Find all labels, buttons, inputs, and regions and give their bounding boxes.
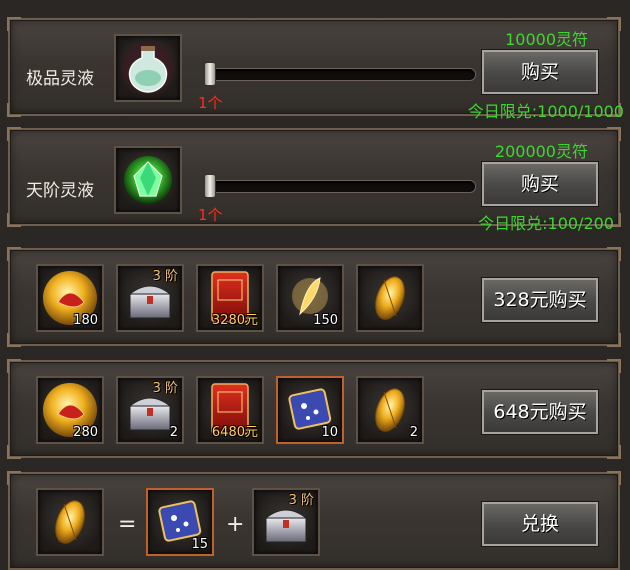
selected-count: 1个 [198,206,223,224]
selected-count: 1个 [198,94,223,112]
quantity-slider[interactable] [204,174,476,198]
bundle-item-slot[interactable]: 6480元 [196,376,264,444]
slider-thumb[interactable] [204,174,216,198]
item-quantity: 150 [313,313,338,328]
bundle-item-slot[interactable]: 10 [276,376,344,444]
bundle-item-slot[interactable]: 280 [36,376,104,444]
bundle-item-slot[interactable]: 3280元 [196,264,264,332]
exchange-input-slot[interactable] [36,488,104,556]
item-quantity: 2 [409,425,418,440]
exchange-output-slot[interactable]: 15 [146,488,214,556]
quantity-slider[interactable] [204,62,476,86]
item-quantity: 15 [191,537,208,552]
daily-limit: 今日限兑:100/200 [478,214,614,233]
item-slot[interactable] [114,34,182,102]
bundle-row-2: 280 3 阶 2 6480元 10 2 648元购买 [7,359,621,459]
item-name: 天阶灵液 [26,181,94,201]
item-quantity: 6480元 [211,425,258,440]
item-quantity: 10 [321,425,338,440]
item-slot[interactable] [114,146,182,214]
daily-limit: 今日限兑:1000/1000 [467,102,624,121]
green-crystal-icon [124,156,172,204]
buy-button[interactable]: 购买 [481,49,599,95]
item-quantity: 2 [169,425,178,440]
bundle-item-slot[interactable]: 150 [276,264,344,332]
item-name: 极品灵液 [26,69,94,89]
slider-thumb[interactable] [204,62,216,86]
bundle-item-slot[interactable]: 180 [36,264,104,332]
item-quantity: 3280元 [211,313,258,328]
bundle-item-slot[interactable]: 2 [356,376,424,444]
buy-button[interactable]: 购买 [481,161,599,207]
item-price: 200000灵符 [494,142,588,161]
item-price: 10000灵符 [505,30,588,49]
exchange-row: = 15 + 3 阶 兑换 [7,471,621,570]
golden-seed-icon [375,276,405,320]
shop-row-2: 天阶灵液 1个 200000灵符 购买 今日限兑:100/200 [7,127,621,233]
bundle-row-1: 180 3 阶 3280元 150 328元购买 [7,247,621,347]
tier-label: 3 阶 [288,493,314,508]
tier-label: 3 阶 [152,381,178,396]
exchange-button[interactable]: 兑换 [481,501,599,547]
tier-label: 3 阶 [152,269,178,284]
golden-seed-icon [55,500,85,544]
equals-sign: = [118,512,137,537]
bundle-item-slot[interactable]: 3 阶 2 [116,376,184,444]
item-quantity: 180 [73,313,98,328]
bundle-buy-button[interactable]: 648元购买 [481,389,599,435]
exchange-output-slot[interactable]: 3 阶 [252,488,320,556]
bundle-item-slot[interactable]: 3 阶 [116,264,184,332]
bundle-buy-button[interactable]: 328元购买 [481,277,599,323]
shop-row-1: 极品灵液 1个 10000灵符 购买 今日限兑:1000/1000 [7,17,624,121]
item-quantity: 280 [73,425,98,440]
potion-flask-icon [122,42,174,94]
plus-sign: + [226,512,245,537]
bundle-item-slot[interactable] [356,264,424,332]
